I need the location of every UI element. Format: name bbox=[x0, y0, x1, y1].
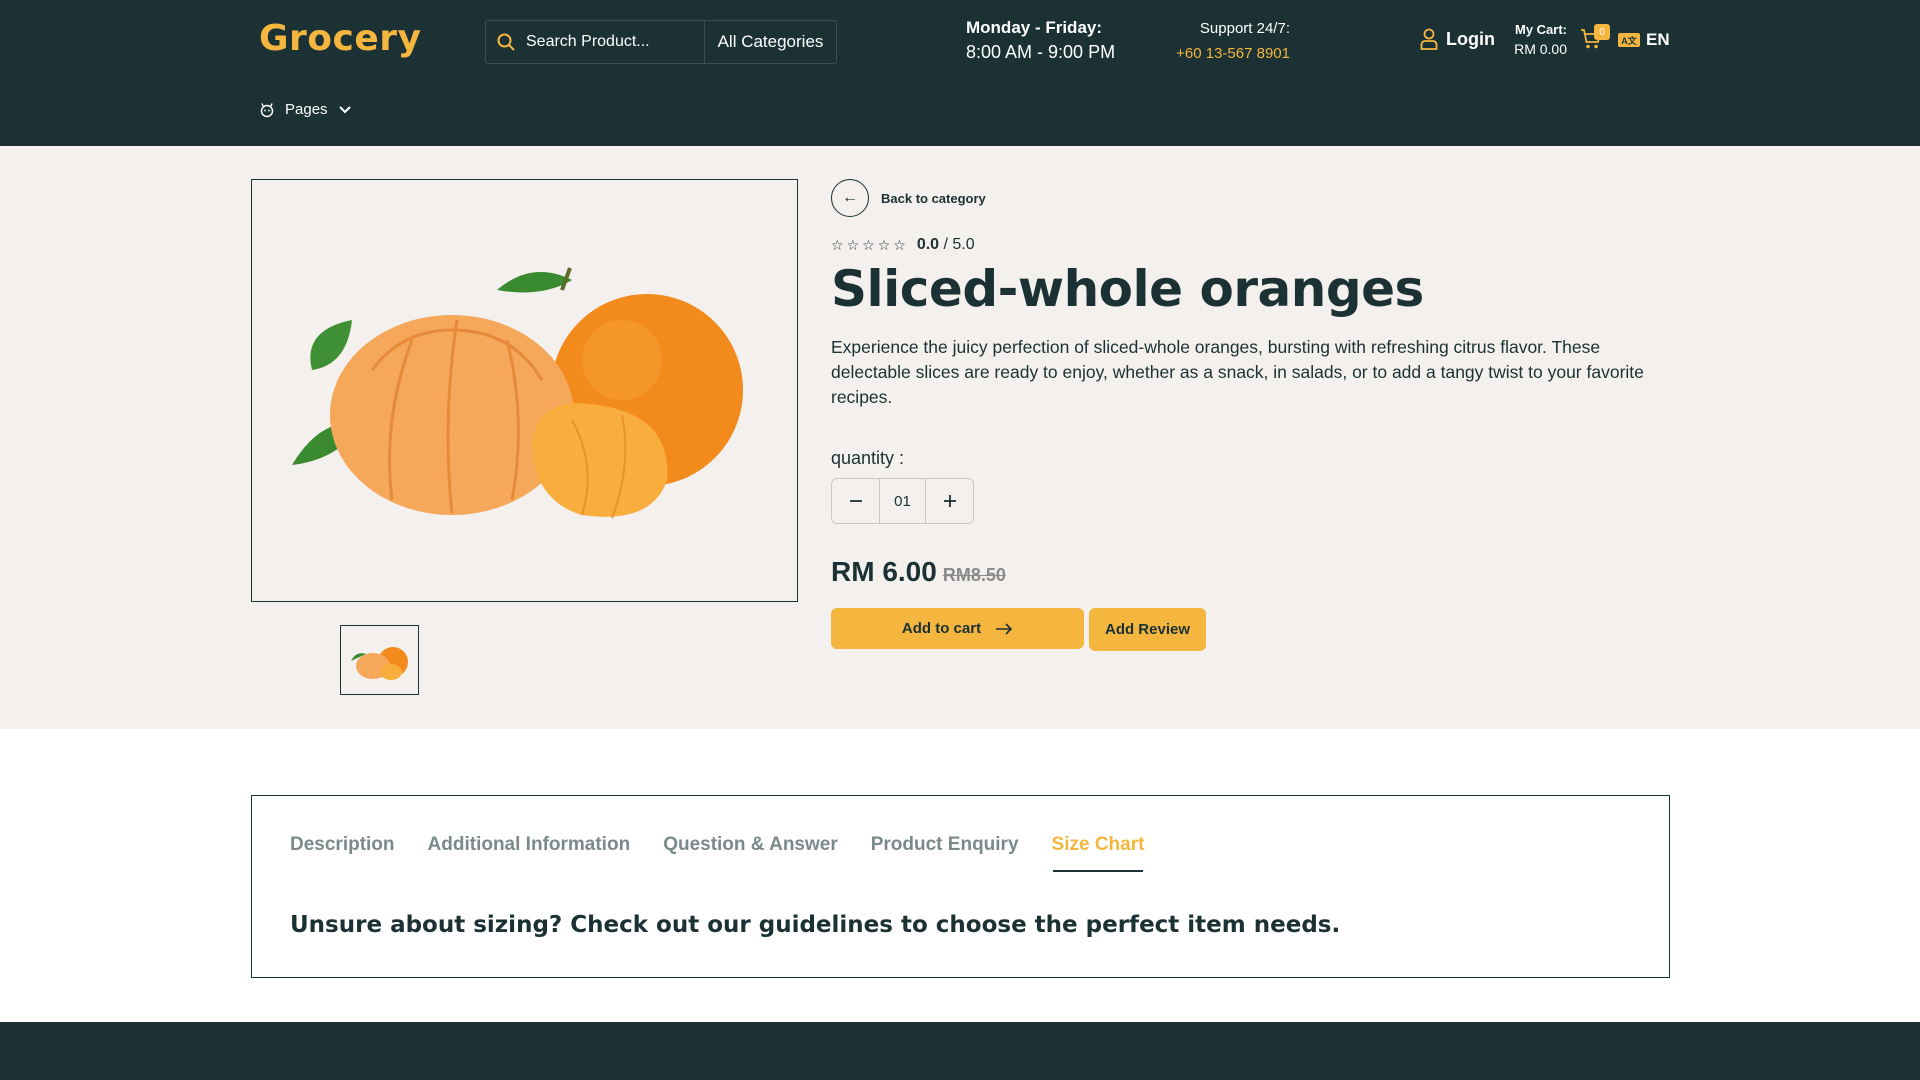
product-price: RM 6.00 RM8.50 bbox=[831, 556, 1006, 588]
quantity-stepper: 01 bbox=[831, 478, 974, 524]
product-tabs-panel: Description Additional Information Quest… bbox=[251, 795, 1670, 978]
hours-value: 8:00 AM - 9:00 PM bbox=[966, 42, 1116, 62]
search-field-wrapper bbox=[486, 21, 705, 63]
support-title: Support 24/7: bbox=[1199, 20, 1290, 37]
decrease-quantity-button[interactable] bbox=[832, 479, 879, 523]
back-to-category-link[interactable]: ← Back to category bbox=[831, 179, 986, 217]
search-icon bbox=[497, 33, 515, 51]
product-description: Experience the juicy perfection of slice… bbox=[831, 337, 1644, 407]
search-input[interactable] bbox=[526, 33, 686, 51]
star-icon: ☆ bbox=[831, 236, 845, 253]
language-selector[interactable]: A文 EN bbox=[1618, 30, 1670, 50]
pages-icon bbox=[260, 102, 274, 117]
arrow-left-icon: ← bbox=[831, 179, 869, 217]
support-phone[interactable]: +60 13-567 8901 bbox=[1160, 45, 1290, 62]
site-header: Grocery All Categories Monday - Friday: … bbox=[0, 0, 1920, 146]
product-main-image[interactable] bbox=[251, 179, 798, 602]
hours-title: Monday - Friday: bbox=[966, 18, 1103, 37]
arrow-right-icon bbox=[996, 622, 1013, 635]
product-thumbnail[interactable] bbox=[340, 625, 419, 695]
back-label: Back to category bbox=[881, 190, 986, 206]
cart-title: My Cart: bbox=[1514, 22, 1567, 37]
user-icon bbox=[1420, 28, 1438, 50]
oranges-thumbnail-image bbox=[351, 647, 408, 680]
add-to-cart-button[interactable]: Add to cart bbox=[831, 608, 1084, 649]
rating-stars: ☆ ☆ ☆ ☆ ☆ bbox=[831, 237, 907, 254]
translate-icon: A文 bbox=[1618, 33, 1640, 47]
chevron-down-icon bbox=[338, 105, 351, 113]
tab-additional-information[interactable]: Additional Information bbox=[428, 834, 631, 856]
add-review-button[interactable]: Add Review bbox=[1089, 608, 1206, 651]
pages-label: Pages bbox=[285, 101, 328, 118]
language-label: EN bbox=[1646, 30, 1670, 49]
category-select[interactable]: All Categories bbox=[705, 21, 836, 63]
support-info: Support 24/7: +60 13-567 8901 bbox=[1160, 20, 1290, 62]
tab-question-answer[interactable]: Question & Answer bbox=[663, 834, 838, 856]
current-price: RM 6.00 bbox=[831, 556, 937, 587]
old-price: RM8.50 bbox=[942, 565, 1006, 585]
quantity-label: quantity : bbox=[831, 448, 905, 468]
minus-icon bbox=[849, 500, 862, 502]
increase-quantity-button[interactable] bbox=[926, 479, 973, 523]
plus-icon bbox=[943, 495, 956, 507]
tab-product-enquiry[interactable]: Product Enquiry bbox=[871, 834, 1019, 856]
pages-menu[interactable]: Pages bbox=[259, 101, 352, 118]
login-button[interactable]: Login bbox=[1420, 28, 1495, 50]
product-title: Sliced-whole oranges bbox=[831, 260, 1424, 318]
oranges-image bbox=[292, 267, 743, 519]
search-bar: All Categories bbox=[485, 20, 837, 64]
product-rating: ☆ ☆ ☆ ☆ ☆ 0.0 / 5.0 bbox=[831, 236, 975, 254]
tab-content-heading: Unsure about sizing? Check out our guide… bbox=[290, 912, 1341, 938]
quantity-value[interactable]: 01 bbox=[879, 479, 926, 523]
logo[interactable]: Grocery bbox=[259, 18, 422, 59]
star-icon: ☆ bbox=[893, 236, 907, 253]
tab-size-chart[interactable]: Size Chart bbox=[1052, 834, 1144, 872]
star-icon: ☆ bbox=[846, 236, 861, 253]
site-footer bbox=[0, 1022, 1920, 1080]
business-hours: Monday - Friday: 8:00 AM - 9:00 PM bbox=[966, 18, 1115, 63]
star-icon: ☆ bbox=[877, 236, 892, 253]
rating-max: / 5.0 bbox=[943, 236, 975, 253]
star-icon: ☆ bbox=[862, 236, 876, 253]
add-to-cart-label: Add to cart bbox=[901, 620, 982, 637]
tab-list: Description Additional Information Quest… bbox=[290, 834, 1144, 872]
cart-count-badge: 0 bbox=[1594, 24, 1610, 40]
rating-value: 0.0 bbox=[916, 236, 940, 253]
tab-description[interactable]: Description bbox=[290, 834, 395, 856]
login-label: Login bbox=[1446, 28, 1495, 49]
cart-total: RM 0.00 bbox=[1514, 41, 1567, 57]
my-cart-summary[interactable]: My Cart: RM 0.00 bbox=[1507, 22, 1567, 57]
